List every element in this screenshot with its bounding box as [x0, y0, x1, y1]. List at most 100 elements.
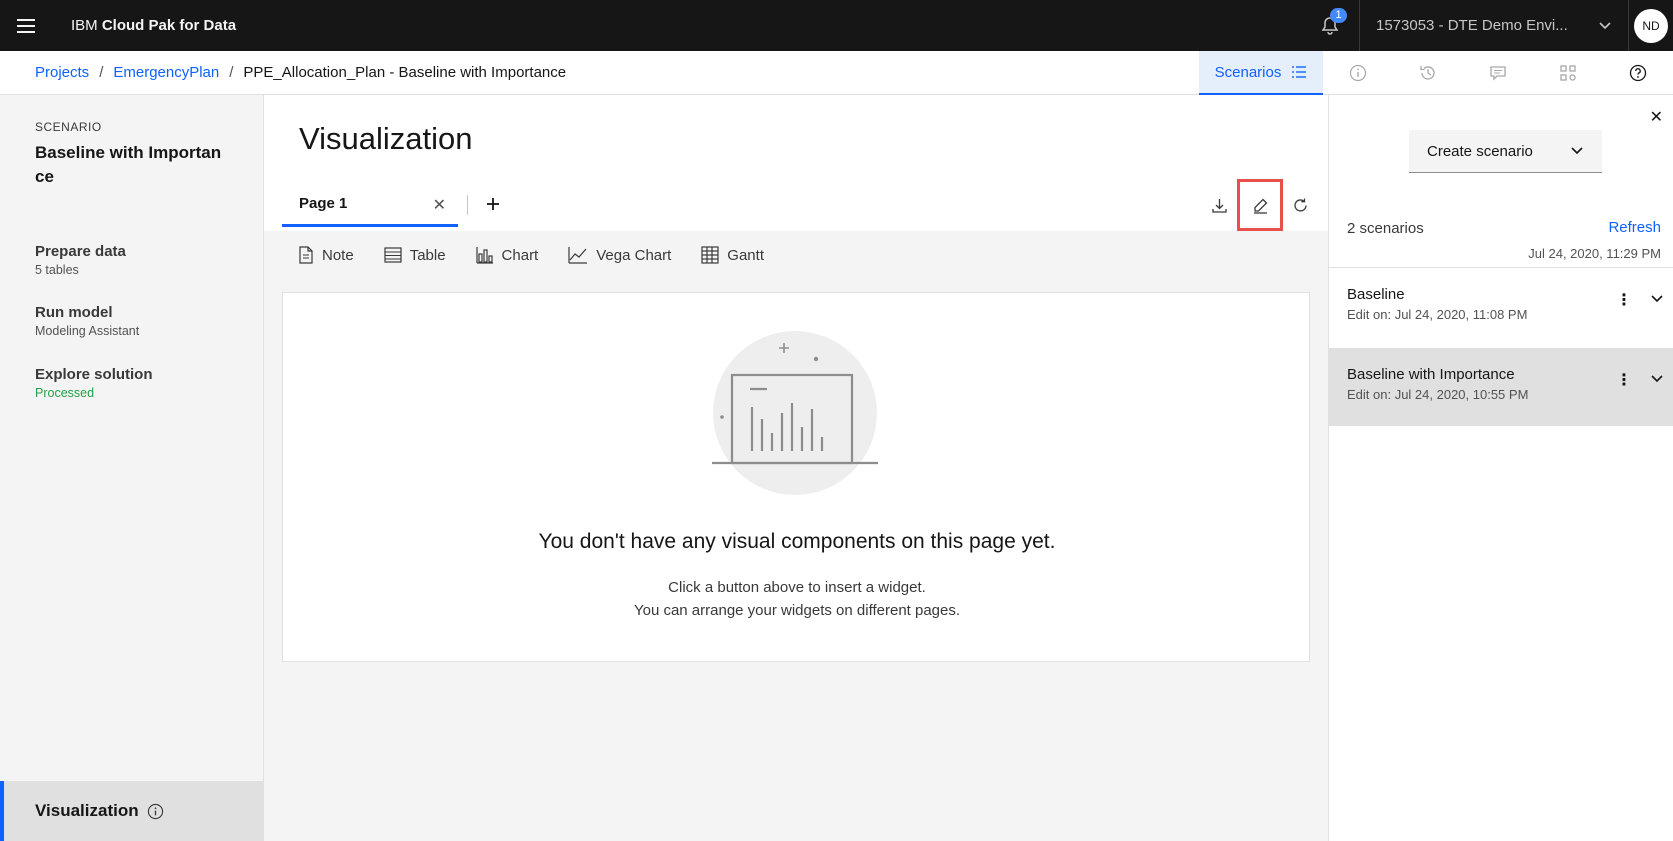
empty-state-description: Click a button above to insert a widget.… — [283, 576, 1311, 622]
nav-item-subtitle: 5 tables — [35, 263, 79, 277]
empty-state-title: You don't have any visual components on … — [538, 530, 1056, 553]
refresh-link[interactable]: Refresh — [1608, 219, 1661, 236]
page-title: Visualization — [299, 121, 473, 156]
nav-item-title: Visualization — [35, 801, 139, 820]
chevron-down-icon — [1571, 147, 1583, 155]
product-name[interactable]: IBM Cloud Pak for Data — [71, 17, 236, 34]
nav-item-subtitle: Modeling Assistant — [35, 324, 140, 338]
main-header: Visualization Page 1 ✕ — [264, 95, 1328, 231]
nav-explore-solution[interactable]: Explore solution Processed — [35, 366, 153, 400]
widget-label: Vega Chart — [596, 246, 672, 264]
menu-icon[interactable] — [0, 0, 51, 51]
tab-divider — [467, 195, 468, 215]
breadcrumb-separator: / — [229, 64, 234, 81]
info-icon — [1349, 64, 1367, 82]
notification-badge: 1 — [1330, 8, 1347, 23]
add-note-button[interactable]: Note — [298, 246, 354, 264]
table-icon — [384, 247, 402, 263]
add-chart-button[interactable]: Chart — [475, 246, 539, 264]
left-sidebar: SCENARIO Baseline with Importan ce Prepa… — [0, 95, 264, 841]
chevron-down-icon[interactable] — [1650, 374, 1664, 384]
overflow-menu-icon[interactable]: ⋮ — [1616, 370, 1632, 390]
visualization-canvas: You don't have any visual components on … — [282, 292, 1310, 662]
close-icon[interactable]: ✕ — [433, 195, 446, 215]
nav-item-title: Prepare data — [35, 243, 126, 260]
info-button[interactable] — [1323, 51, 1393, 95]
add-gantt-button[interactable]: Gantt — [701, 246, 764, 264]
apps-icon — [1560, 65, 1576, 81]
brand-name: Cloud Pak for Data — [101, 17, 237, 34]
scenarios-tab-label: Scenarios — [1214, 63, 1282, 81]
edit-button[interactable] — [1237, 179, 1283, 231]
info-icon[interactable] — [147, 803, 164, 820]
empty-state-line: You can arrange your widgets on differen… — [633, 602, 961, 619]
line-chart-icon — [568, 247, 588, 264]
breadcrumb-current: PPE_Allocation_Plan - Baseline with Impo… — [243, 64, 567, 81]
scenario-row-name: Baseline with Importance — [1347, 366, 1515, 383]
help-icon — [1629, 64, 1647, 82]
close-icon[interactable]: ✕ — [1650, 107, 1663, 127]
comments-button[interactable] — [1463, 51, 1533, 95]
overflow-menu-icon[interactable]: ⋮ — [1616, 290, 1632, 310]
download-button[interactable] — [1202, 187, 1237, 223]
refresh-icon — [1294, 198, 1307, 212]
notifications-button[interactable]: 1 — [1301, 0, 1359, 51]
create-scenario-dropdown[interactable]: Create scenario — [1409, 130, 1602, 173]
help-button[interactable] — [1603, 51, 1673, 95]
document-icon — [299, 246, 313, 264]
add-table-button[interactable]: Table — [384, 247, 446, 264]
bar-chart-icon — [475, 247, 493, 264]
scenario-row-selected[interactable]: Baseline with Importance Edit on: Jul 24… — [1329, 348, 1673, 426]
list-icon — [1292, 66, 1307, 78]
page-toolbar — [1202, 179, 1318, 231]
scenario-row-date: Edit on: Jul 24, 2020, 11:08 PM — [1347, 307, 1528, 322]
nav-run-model[interactable]: Run model Modeling Assistant — [35, 304, 139, 338]
chat-icon — [1490, 66, 1506, 81]
download-icon — [1212, 198, 1227, 213]
widget-label: Table — [409, 246, 446, 264]
account-switcher[interactable]: 1573053 - DTE Demo Envi... — [1359, 0, 1629, 51]
nav-item-title: Explore solution — [35, 366, 153, 383]
scenario-label: SCENARIO — [35, 120, 102, 134]
tab-label: Page 1 — [299, 195, 348, 212]
nav-prepare-data[interactable]: Prepare data 5 tables — [35, 243, 126, 277]
breadcrumb-project[interactable]: EmergencyPlan — [113, 64, 219, 81]
plus-icon — [487, 198, 499, 210]
account-name: 1573053 - DTE Demo Envi... — [1376, 17, 1568, 34]
tab-page-1[interactable]: Page 1 ✕ — [282, 183, 458, 227]
settings-button[interactable] — [1533, 51, 1603, 95]
brand-prefix: IBM — [71, 17, 98, 34]
user-menu[interactable]: ND — [1629, 0, 1673, 51]
nav-item-title: Run model — [35, 304, 113, 321]
nav-item-status: Processed — [35, 386, 95, 400]
scenarios-panel: ✕ Create scenario 2 scenarios Refresh Ju… — [1328, 95, 1673, 841]
avatar: ND — [1634, 8, 1668, 43]
create-scenario-label: Create scenario — [1427, 142, 1533, 160]
scenario-row-date: Edit on: Jul 24, 2020, 10:55 PM — [1347, 387, 1529, 402]
add-page-button[interactable] — [485, 191, 501, 219]
scenario-row-name: Baseline — [1347, 286, 1405, 303]
edit-icon — [1253, 198, 1267, 214]
nav-visualization[interactable]: Visualization — [0, 781, 263, 841]
widget-toolbar: Note Table Chart Vega Chart Gantt — [282, 235, 764, 275]
breadcrumb-separator: / — [99, 64, 104, 81]
widget-label: Chart — [501, 246, 539, 264]
breadcrumb-projects[interactable]: Projects — [35, 64, 89, 81]
gantt-icon — [701, 246, 719, 264]
history-button[interactable] — [1393, 51, 1463, 95]
widget-label: Gantt — [727, 246, 764, 264]
refresh-button[interactable] — [1283, 187, 1318, 223]
last-updated: Jul 24, 2020, 11:29 PM — [1528, 246, 1661, 261]
scenario-name: Baseline with Importan ce — [35, 143, 222, 186]
scenarios-tab[interactable]: Scenarios — [1199, 51, 1323, 95]
breadcrumb: Projects / EmergencyPlan / PPE_Allocatio… — [35, 64, 566, 81]
add-vega-chart-button[interactable]: Vega Chart — [568, 246, 671, 264]
chevron-down-icon[interactable] — [1650, 294, 1664, 304]
widget-label: Note — [322, 246, 354, 264]
history-icon — [1420, 66, 1435, 80]
empty-state-line: Click a button above to insert a widget. — [668, 579, 926, 596]
chevron-down-icon — [1599, 21, 1611, 29]
scenario-row[interactable]: Baseline Edit on: Jul 24, 2020, 11:08 PM… — [1329, 268, 1673, 346]
empty-state-illustration — [712, 331, 878, 495]
breadcrumb-bar: Projects / EmergencyPlan / PPE_Allocatio… — [0, 51, 1673, 95]
